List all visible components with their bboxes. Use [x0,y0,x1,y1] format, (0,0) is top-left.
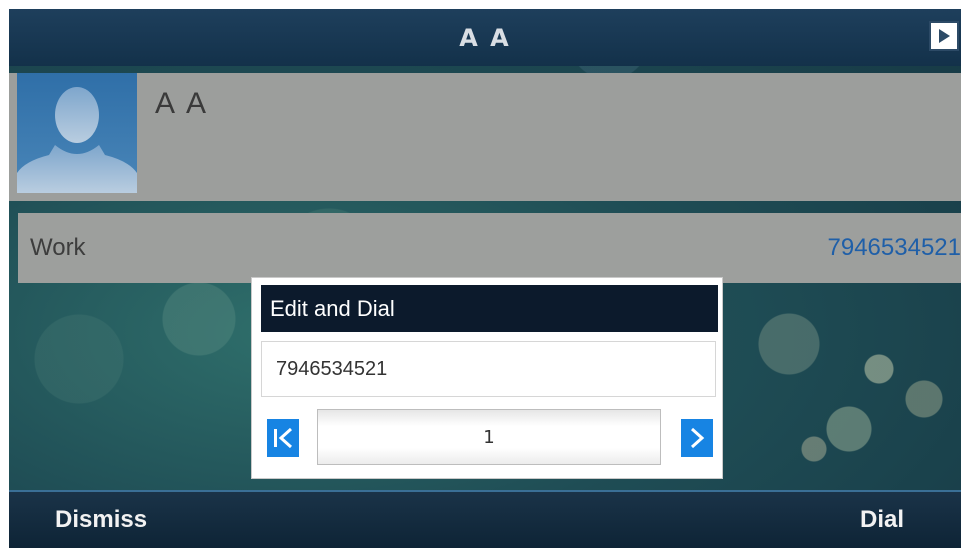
dialog-title: Edit and Dial [261,285,718,332]
phone-screen: A A A A Work 7946534521 Edit and Dial 79… [9,9,961,548]
title-arrow-button[interactable] [929,21,959,51]
dial-number-input[interactable]: 7946534521 [261,341,716,397]
page-title: A A [459,23,511,52]
number-row-work[interactable]: Work 7946534521 [18,213,961,283]
pager: 1 [267,409,713,465]
title-bar: A A [9,9,961,66]
next-page-button[interactable] [681,419,713,457]
first-page-button[interactable] [267,419,299,457]
dial-button[interactable]: Dial [860,506,904,534]
edit-dial-dialog: Edit and Dial 7946534521 1 [251,277,723,479]
next-page-icon [690,427,705,449]
contact-name: A A [155,87,210,120]
avatar [17,73,137,193]
contact-card: A A [9,73,961,201]
number-type-label: Work [30,234,86,261]
first-page-icon [274,427,293,449]
play-arrow-icon [939,29,950,43]
phone-number-value: 7946534521 [827,234,961,261]
softkey-bar: Dismiss Dial [9,490,961,548]
person-silhouette-icon [17,87,137,193]
dismiss-button[interactable]: Dismiss [55,506,147,534]
page-number-field[interactable]: 1 [317,409,661,465]
